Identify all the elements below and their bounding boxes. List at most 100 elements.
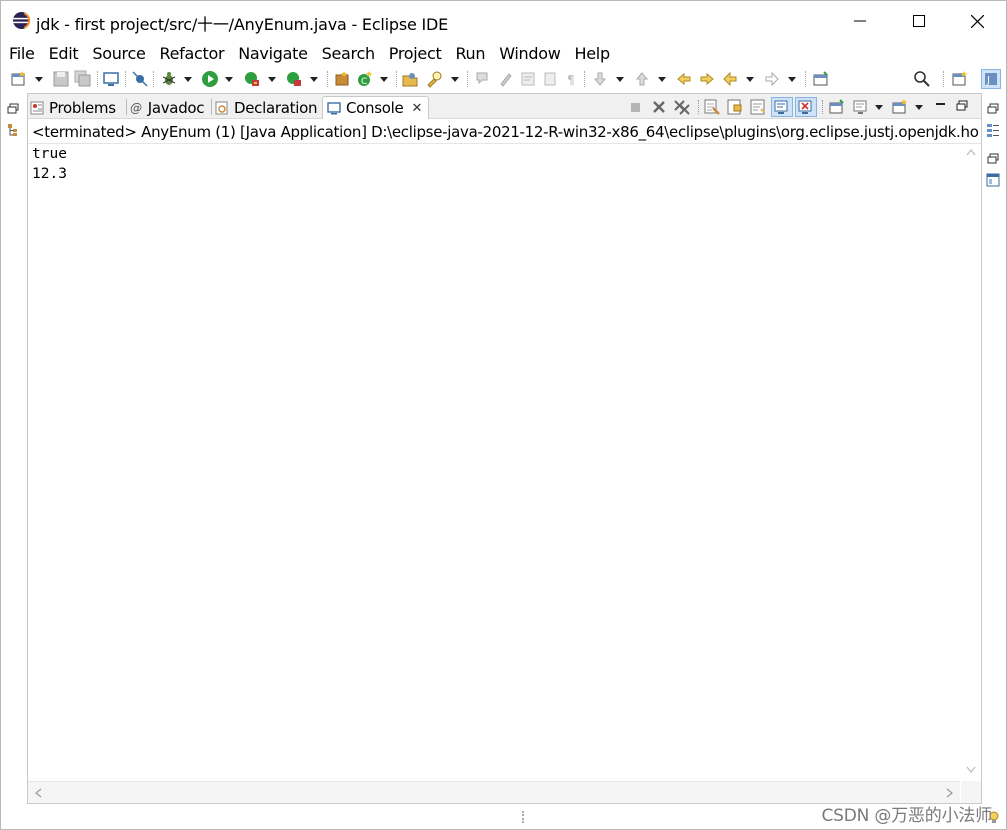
new-dropdown-icon[interactable] [35,77,43,82]
restore-icon[interactable] [987,103,999,115]
scroll-up-icon[interactable] [966,148,976,156]
scroll-left-icon[interactable] [34,788,42,798]
menu-bar: File Edit Source Refactor Navigate Searc… [1,41,1006,65]
show-whitespace-icon[interactable]: ¶ [563,70,581,88]
toolbar-separator [943,71,944,87]
menu-refactor[interactable]: Refactor [160,44,225,63]
toolbar-separator [822,100,823,114]
save-all-icon[interactable] [74,70,92,88]
back-dropdown-icon[interactable] [746,77,754,82]
forward-dropdown-icon[interactable] [788,77,796,82]
menu-run[interactable]: Run [455,44,485,63]
next-annotation-icon[interactable] [591,70,609,88]
run-dropdown-icon[interactable] [225,77,233,82]
coverage-icon[interactable] [243,70,261,88]
back-to-edit-icon[interactable] [698,70,716,88]
show-console-stderr-icon[interactable] [795,97,817,117]
run-icon[interactable] [201,70,219,88]
new-icon[interactable] [10,70,28,88]
coverage-dropdown-icon[interactable] [268,77,276,82]
restore-icon[interactable] [7,103,19,115]
pin-console-icon[interactable] [828,98,846,116]
external-tools-dropdown-icon[interactable] [310,77,318,82]
status-bar-splitter[interactable] [522,811,524,823]
save-icon[interactable] [52,70,70,88]
search-icon[interactable] [913,70,931,88]
toolbar-separator [396,71,397,87]
close-window-button[interactable] [948,1,1006,41]
scroll-down-icon[interactable] [966,766,976,774]
toggle-mark-occurrences-icon[interactable] [497,70,515,88]
scroll-right-icon[interactable] [946,788,954,798]
menu-source[interactable]: Source [92,44,145,63]
open-console-icon[interactable] [891,98,909,116]
clear-console-icon[interactable] [703,98,721,116]
tab-declaration[interactable]: Declaration [215,96,317,119]
last-edit-location-icon[interactable] [675,70,693,88]
java-perspective-icon[interactable]: J [981,69,1001,89]
forward-icon[interactable] [763,70,781,88]
maximize-button[interactable] [890,1,948,41]
maximize-view-icon[interactable] [956,98,968,116]
tab-javadoc[interactable]: @ Javadoc [130,96,205,119]
package-explorer-icon[interactable] [7,123,19,137]
external-tools-icon[interactable] [285,70,303,88]
task-list-icon[interactable] [986,123,1000,137]
skip-breakpoints-icon[interactable] [131,70,149,88]
svg-text:¶: ¶ [567,73,575,87]
minimize-button[interactable] [831,1,889,41]
toolbar-separator [584,71,585,87]
menu-project[interactable]: Project [389,44,442,63]
javadoc-icon: @ [130,100,142,115]
main-toolbar: C ¶ J [1,65,1006,93]
close-icon [970,14,984,28]
console-output[interactable]: true 12.3 [28,144,960,780]
horizontal-scrollbar[interactable] [28,781,960,803]
open-type-icon[interactable] [401,70,419,88]
display-selected-console-icon[interactable] [852,98,870,116]
open-perspective-icon[interactable] [951,70,969,88]
restore-icon[interactable] [987,153,999,165]
debug-dropdown-icon[interactable] [184,77,192,82]
right-trim-stack [978,93,1006,829]
menu-search[interactable]: Search [322,44,375,63]
minimize-view-icon[interactable] [935,98,947,116]
back-icon[interactable] [721,70,739,88]
remove-launch-icon[interactable] [651,98,667,116]
tab-problems[interactable]: Problems [30,96,116,119]
word-wrap-console-icon[interactable] [749,98,767,116]
previous-annotation-icon[interactable] [633,70,651,88]
open-console-dropdown-icon[interactable] [915,105,923,110]
debug-icon[interactable] [160,70,178,88]
tab-console[interactable]: Console ✕ [322,96,430,119]
outline-icon[interactable] [986,173,1000,187]
open-terminal-icon[interactable] [102,70,120,88]
menu-window[interactable]: Window [499,44,561,63]
previous-annotation-dropdown-icon[interactable] [658,77,666,82]
word-wrap-icon[interactable] [519,70,537,88]
scroll-lock-icon[interactable] [726,98,744,116]
menu-help[interactable]: Help [575,44,611,63]
new-class-dropdown-icon[interactable] [380,77,388,82]
menu-navigate[interactable]: Navigate [238,44,308,63]
display-console-dropdown-icon[interactable] [875,105,883,110]
block-selection-icon[interactable] [541,70,559,88]
scrollbar-corner [961,781,981,803]
remove-all-terminated-icon[interactable] [673,98,691,116]
search-flashlight-icon[interactable] [425,70,443,88]
menu-file[interactable]: File [9,44,35,63]
new-java-package-icon[interactable] [333,70,351,88]
vertical-scrollbar[interactable] [961,144,981,780]
show-console-stdout-icon[interactable] [771,97,793,117]
minimize-icon [854,20,866,22]
svg-text:C: C [361,77,367,87]
close-tab-icon[interactable]: ✕ [411,101,422,116]
toolbar-separator [467,71,468,87]
terminate-icon[interactable] [628,98,642,116]
menu-edit[interactable]: Edit [49,44,79,63]
new-java-class-icon[interactable]: C [356,70,374,88]
annotation-icon[interactable] [473,70,491,88]
search-dropdown-icon[interactable] [451,77,459,82]
pin-editor-icon[interactable] [812,70,830,88]
next-annotation-dropdown-icon[interactable] [616,77,624,82]
